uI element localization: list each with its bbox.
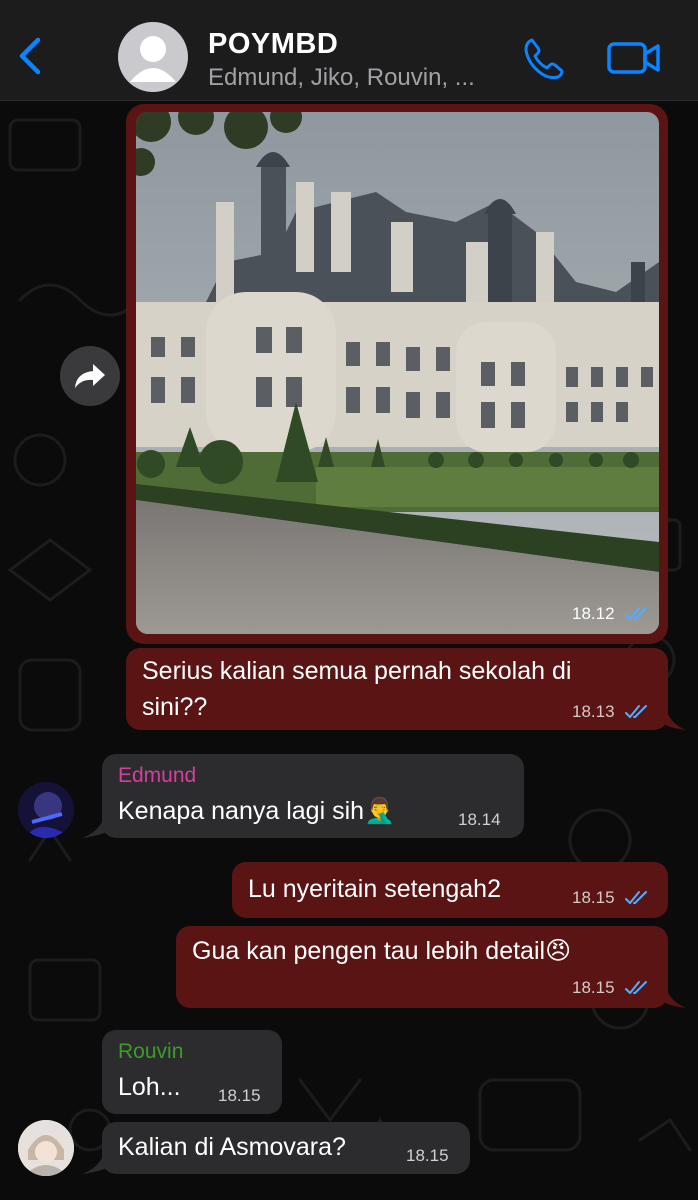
message-text: Lu nyeritain setengah2: [248, 875, 501, 903]
message-text-line2: sini??: [142, 693, 208, 721]
read-ticks-icon: [625, 607, 647, 620]
message-text: Loh...: [118, 1073, 181, 1101]
incoming-message-bubble[interactable]: Edmund Kenapa nanya lagi sih🤦‍♂️ 18.14: [102, 754, 524, 838]
message-time: 18.14: [458, 810, 501, 829]
sender-name[interactable]: Rouvin: [118, 1040, 183, 1064]
message-text: Gua kan pengen tau lebih detail😠: [192, 932, 571, 970]
message-time: 18.15: [218, 1086, 261, 1105]
bubble-tail: [82, 808, 106, 838]
forward-button[interactable]: [60, 346, 120, 406]
message-time: 18.15: [572, 888, 615, 907]
bubble-tail: [82, 1144, 106, 1174]
castle-photo[interactable]: [136, 112, 659, 634]
avatar-image: [18, 1120, 74, 1176]
edmund-avatar[interactable]: [18, 782, 74, 838]
rouvin-avatar[interactable]: [18, 1120, 74, 1176]
castle-image: [136, 112, 659, 634]
chat-header: POYMBD Edmund, Jiko, Rouvin, ...: [0, 0, 698, 101]
message-time: 18.12: [572, 604, 615, 623]
bubble-tail: [664, 978, 686, 1008]
angry-face-emoji: 😠: [545, 937, 572, 965]
read-ticks-icon: [625, 891, 647, 904]
read-ticks-icon: [625, 705, 647, 718]
message-text: Kalian di Asmovara?: [118, 1133, 346, 1161]
bubble-tail: [664, 700, 686, 730]
outgoing-message-bubble[interactable]: Lu nyeritain setengah2 18.15: [232, 862, 668, 918]
outgoing-message-bubble[interactable]: Serius kalian semua pernah sekolah di si…: [126, 648, 668, 730]
group-members-subtitle[interactable]: Edmund, Jiko, Rouvin, ...: [208, 64, 475, 92]
message-time: 18.15: [572, 978, 615, 997]
forward-arrow-icon: [75, 364, 105, 388]
video-call-icon[interactable]: [606, 38, 662, 78]
incoming-message-bubble[interactable]: Rouvin Loh... 18.15: [102, 1030, 282, 1114]
message-text-body: Kenapa nanya lagi sih: [118, 797, 365, 825]
message-text: Kenapa nanya lagi sih🤦‍♂️: [118, 792, 395, 830]
voice-call-icon[interactable]: [522, 36, 568, 80]
message-text-body: Gua kan pengen tau lebih detail: [192, 937, 546, 965]
read-ticks-icon: [625, 981, 647, 994]
incoming-message-bubble[interactable]: Kalian di Asmovara? 18.15: [102, 1122, 470, 1174]
default-avatar-icon: [130, 36, 176, 82]
message-time: 18.13: [572, 702, 615, 721]
group-title[interactable]: POYMBD: [208, 28, 338, 61]
avatar-image: [18, 782, 74, 838]
back-chevron-icon[interactable]: [14, 34, 48, 78]
group-avatar[interactable]: [118, 22, 188, 92]
facepalm-emoji: 🤦‍♂️: [364, 797, 396, 825]
message-text-line1: Serius kalian semua pernah sekolah di: [142, 657, 572, 685]
sender-name[interactable]: Edmund: [118, 764, 196, 788]
outgoing-message-bubble[interactable]: Gua kan pengen tau lebih detail😠 18.15: [176, 926, 668, 1008]
message-time: 18.15: [406, 1146, 449, 1165]
